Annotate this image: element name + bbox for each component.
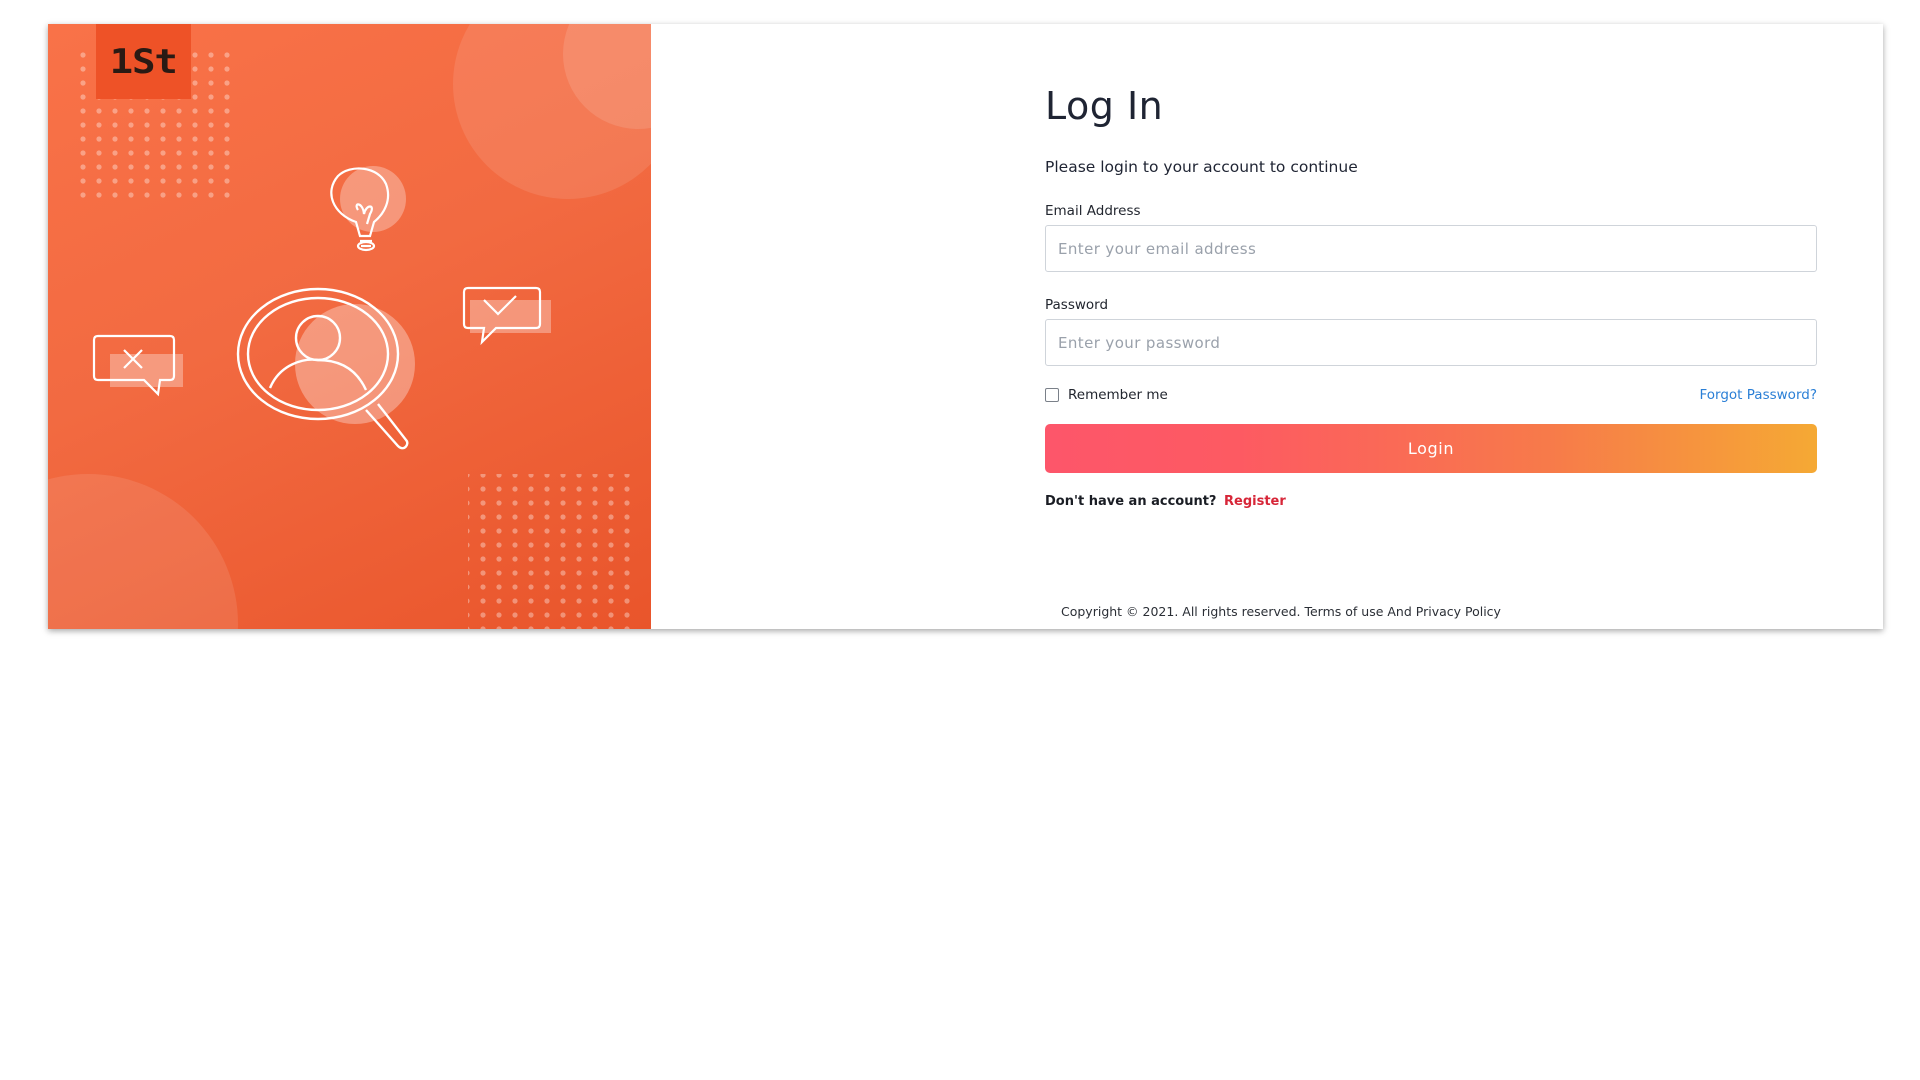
user-search-icon xyxy=(236,287,415,450)
hero-illustration xyxy=(48,24,651,629)
password-field[interactable] xyxy=(1045,319,1817,366)
logo-text: 1St xyxy=(109,41,178,82)
login-button[interactable]: Login xyxy=(1045,424,1817,473)
register-link[interactable]: Register xyxy=(1224,494,1286,509)
hero-panel: 1St xyxy=(48,24,651,629)
page-title: Log In xyxy=(1045,84,1164,128)
remember-me-checkbox[interactable] xyxy=(1045,388,1059,402)
remember-me-label[interactable]: Remember me xyxy=(1068,387,1168,403)
login-options-row: Remember me Forgot Password? xyxy=(1045,386,1817,404)
login-form: Log In Please login to your account to c… xyxy=(1045,84,1817,509)
dot-grid xyxy=(468,474,638,629)
password-label: Password xyxy=(1045,297,1109,313)
no-account-text: Don't have an account? xyxy=(1045,494,1217,509)
lightbulb-icon xyxy=(330,166,406,252)
register-prompt: Don't have an account? Register xyxy=(1045,494,1817,509)
email-field[interactable] xyxy=(1045,225,1817,272)
login-card: 1St Log In Please login to your account … xyxy=(48,24,1883,629)
login-subtitle: Please login to your account to continue xyxy=(1045,158,1358,176)
email-label: Email Address xyxy=(1045,203,1141,219)
decor-circle xyxy=(48,474,238,629)
remember-me-control[interactable]: Remember me xyxy=(1045,387,1168,403)
forgot-password-link[interactable]: Forgot Password? xyxy=(1700,387,1818,403)
login-form-area: Log In Please login to your account to c… xyxy=(651,24,1883,629)
copyright-text: Copyright © 2021. All rights reserved. T… xyxy=(1061,604,1501,619)
chat-check-icon xyxy=(462,286,551,346)
chat-close-icon xyxy=(92,334,183,397)
brand-logo[interactable]: 1St xyxy=(96,24,191,99)
